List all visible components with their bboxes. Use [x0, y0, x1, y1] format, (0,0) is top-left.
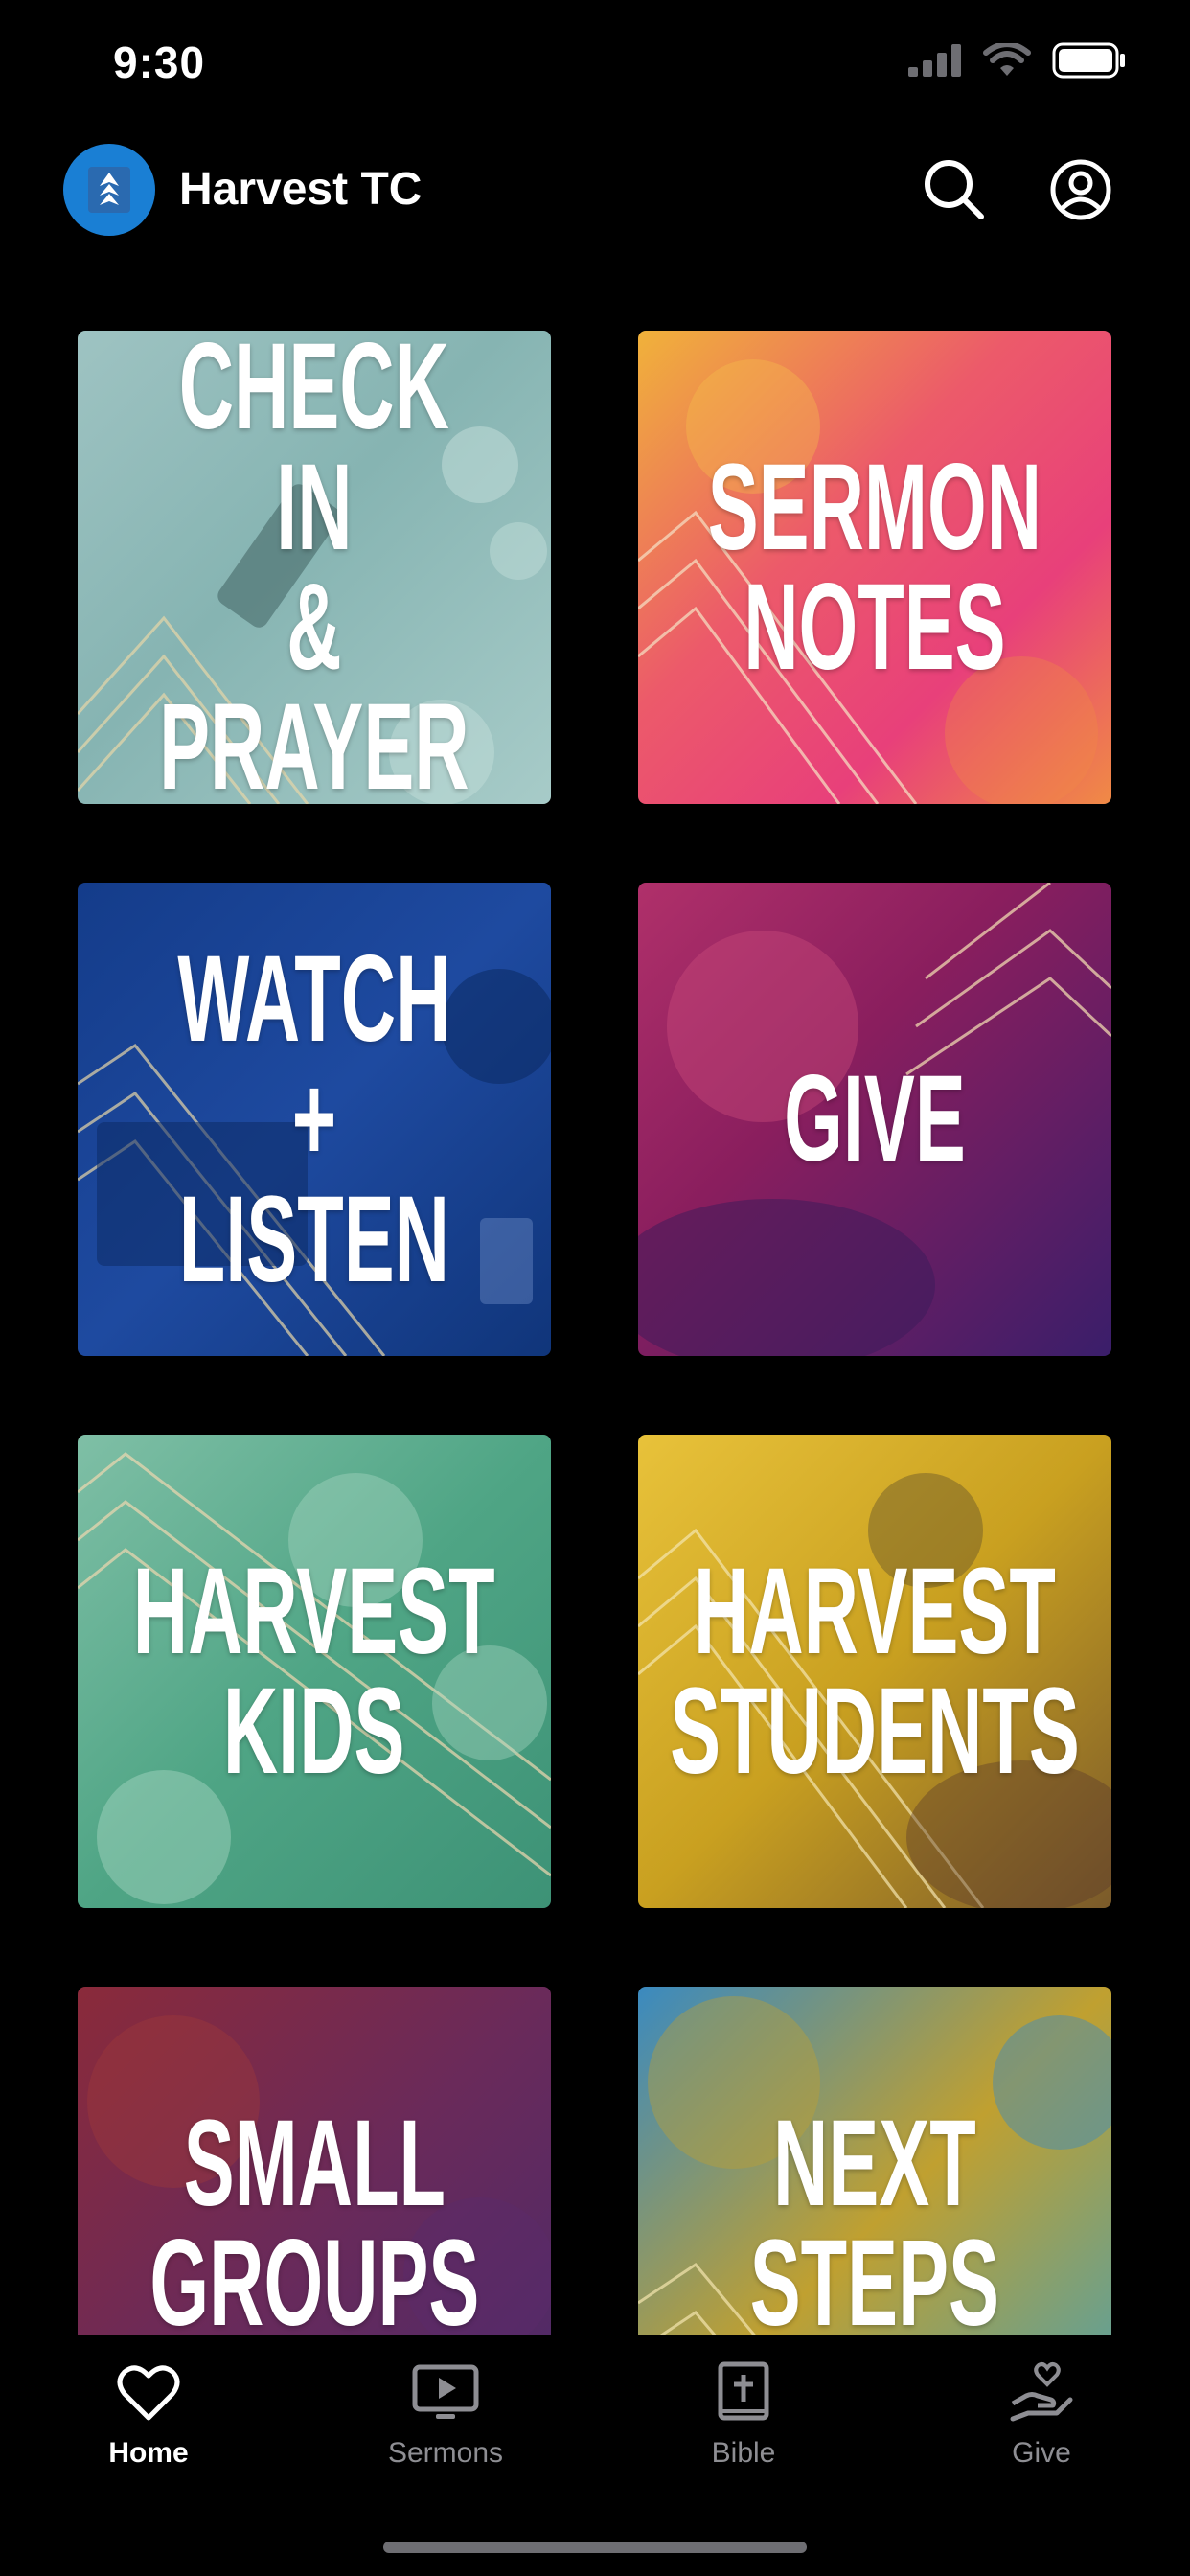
wifi-icon: [983, 43, 1031, 76]
tile-grid: CHECK IN & PRAYER SERMON NOTES WATCH + L…: [0, 0, 1190, 2334]
tile-label: CHECK IN & PRAYER: [159, 331, 469, 804]
account-button[interactable]: [1044, 153, 1117, 226]
tab-label: Home: [108, 2437, 189, 2469]
tab-bar: Home Sermons Bible Give: [0, 2334, 1190, 2576]
tile-harvest-students[interactable]: HARVEST STUDENTS: [638, 1435, 1111, 1908]
tile-label: GIVE: [784, 1050, 966, 1188]
tile-watch-listen[interactable]: WATCH + LISTEN: [78, 883, 551, 1356]
tab-label: Give: [1012, 2437, 1071, 2469]
tab-home[interactable]: Home: [53, 2358, 244, 2493]
status-icons: [908, 42, 1127, 79]
status-time: 9:30: [113, 37, 206, 87]
tab-label: Bible: [711, 2437, 776, 2469]
video-play-icon: [412, 2364, 479, 2419]
bible-icon: [718, 2361, 769, 2421]
tile-label: HARVEST KIDS: [133, 1542, 495, 1800]
tab-sermons[interactable]: Sermons: [350, 2358, 541, 2493]
tile-small-groups[interactable]: SMALL GROUPS: [78, 1987, 551, 2334]
tile-next-steps[interactable]: NEXT STEPS: [638, 1987, 1111, 2334]
app-title: Harvest TC: [179, 164, 423, 215]
battery-icon: [1052, 42, 1125, 79]
tab-bible[interactable]: Bible: [648, 2358, 839, 2493]
status-bar: 9:30: [0, 0, 1190, 134]
church-logo[interactable]: [63, 144, 155, 236]
logo-mark-icon: [88, 167, 130, 213]
heart-icon: [117, 2365, 180, 2421]
tile-sermon-notes[interactable]: SERMON NOTES: [638, 331, 1111, 804]
account-icon: [1050, 159, 1111, 220]
cellular-signal-icon: [908, 44, 961, 77]
tile-check-in-prayer[interactable]: CHECK IN & PRAYER: [78, 331, 551, 804]
tile-label: SERMON NOTES: [707, 438, 1042, 696]
tab-label: Sermons: [387, 2437, 504, 2469]
tile-label: HARVEST STUDENTS: [670, 1542, 1080, 1800]
tile-harvest-kids[interactable]: HARVEST KIDS: [78, 1435, 551, 1908]
tile-label: NEXT STEPS: [749, 2094, 1000, 2334]
tile-give[interactable]: GIVE: [638, 883, 1111, 1356]
app-header: Harvest TC: [0, 134, 1190, 249]
search-button[interactable]: [918, 153, 991, 226]
search-icon: [925, 160, 984, 219]
give-hand-heart-icon: [1010, 2362, 1073, 2422]
tile-label: SMALL GROUPS: [149, 2094, 479, 2334]
tab-give[interactable]: Give: [946, 2358, 1137, 2493]
home-indicator[interactable]: [383, 2542, 807, 2553]
app-screen: CHECK IN & PRAYER SERMON NOTES WATCH + L…: [0, 0, 1190, 2576]
tile-label: WATCH + LISTEN: [177, 930, 451, 1308]
